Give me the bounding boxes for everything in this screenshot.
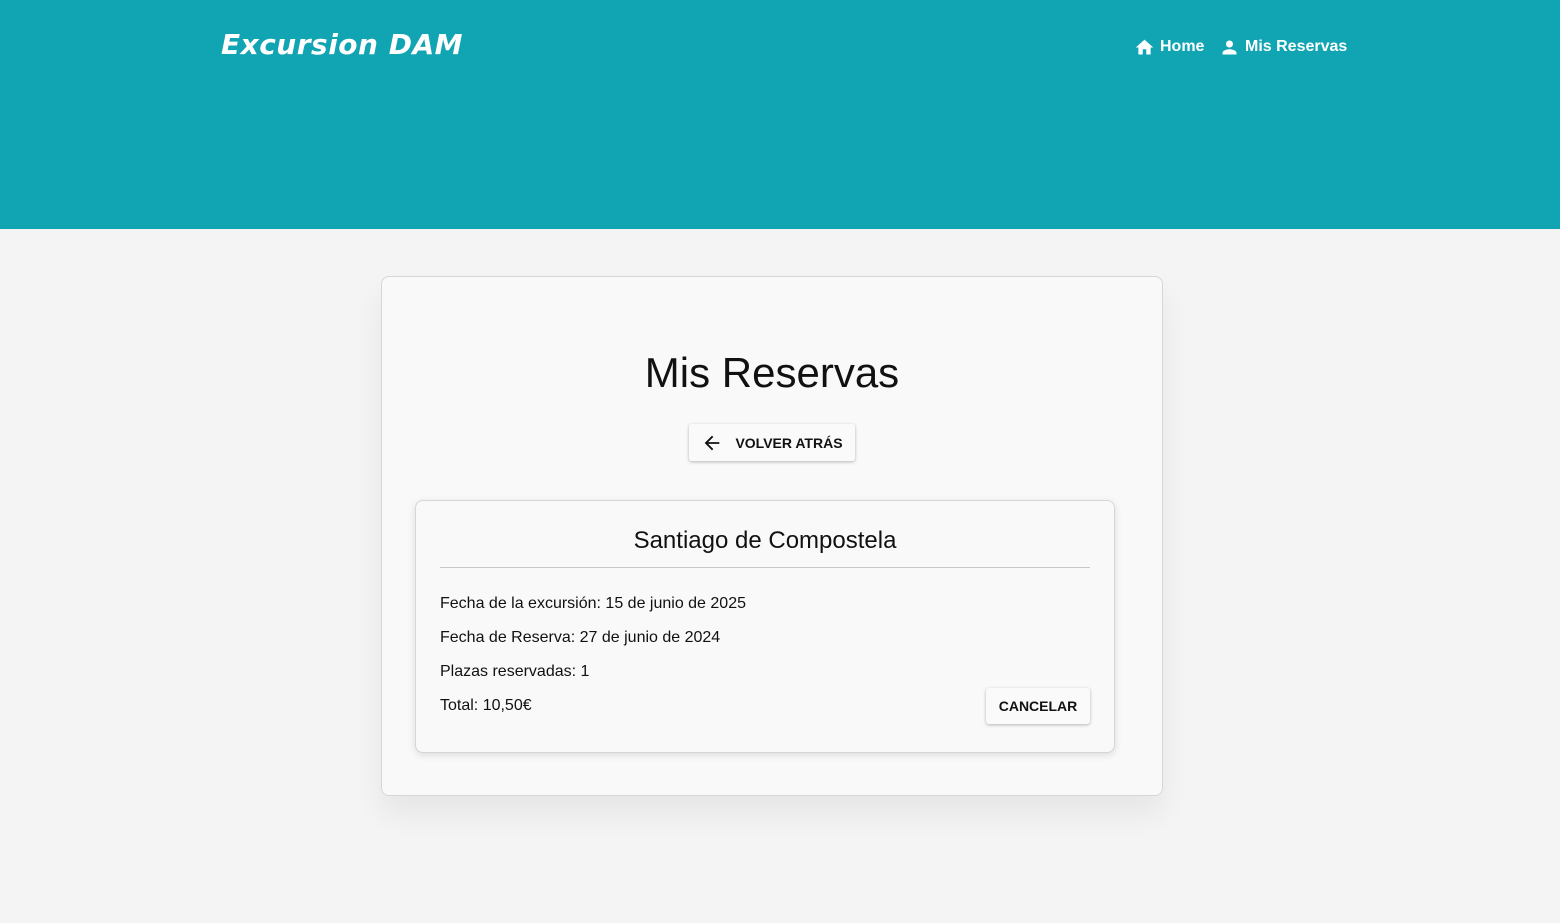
- booking-date: Fecha de Reserva: 27 de junio de 2024: [440, 629, 721, 646]
- nav-home[interactable]: Home: [1134, 36, 1204, 58]
- back-button-label: VOLVER ATRÁS: [735, 434, 843, 451]
- nav-mis-reservas-label: Mis Reservas: [1245, 38, 1348, 55]
- reservation-card: Santiago de Compostela Fecha de la excur…: [415, 500, 1115, 753]
- top-header: Excursion DAM Home Mis Reservas: [0, 0, 1560, 229]
- reservation-destination: Santiago de Compostela: [633, 527, 897, 554]
- reservations-panel: Mis Reservas VOLVER ATRÁS Santiago de Co…: [381, 276, 1163, 796]
- nav-mis-reservas[interactable]: Mis Reservas: [1219, 36, 1347, 58]
- cancel-button[interactable]: CANCELAR: [986, 688, 1090, 724]
- excursion-date: Fecha de la excursión: 15 de junio de 20…: [440, 595, 746, 612]
- user-icon: [1222, 40, 1237, 54]
- reserved-seats: Plazas reservadas: 1: [440, 663, 590, 680]
- home-icon: [1135, 39, 1154, 54]
- page-title: Mis Reservas: [644, 349, 900, 396]
- reservation-total: Total: 10,50€: [440, 697, 532, 714]
- back-button[interactable]: VOLVER ATRÁS: [689, 424, 855, 461]
- arrow-left-icon: [705, 435, 720, 450]
- brand-logo[interactable]: Excursion DAM: [221, 28, 463, 61]
- divider: [440, 567, 1090, 568]
- nav-home-label: Home: [1160, 38, 1205, 55]
